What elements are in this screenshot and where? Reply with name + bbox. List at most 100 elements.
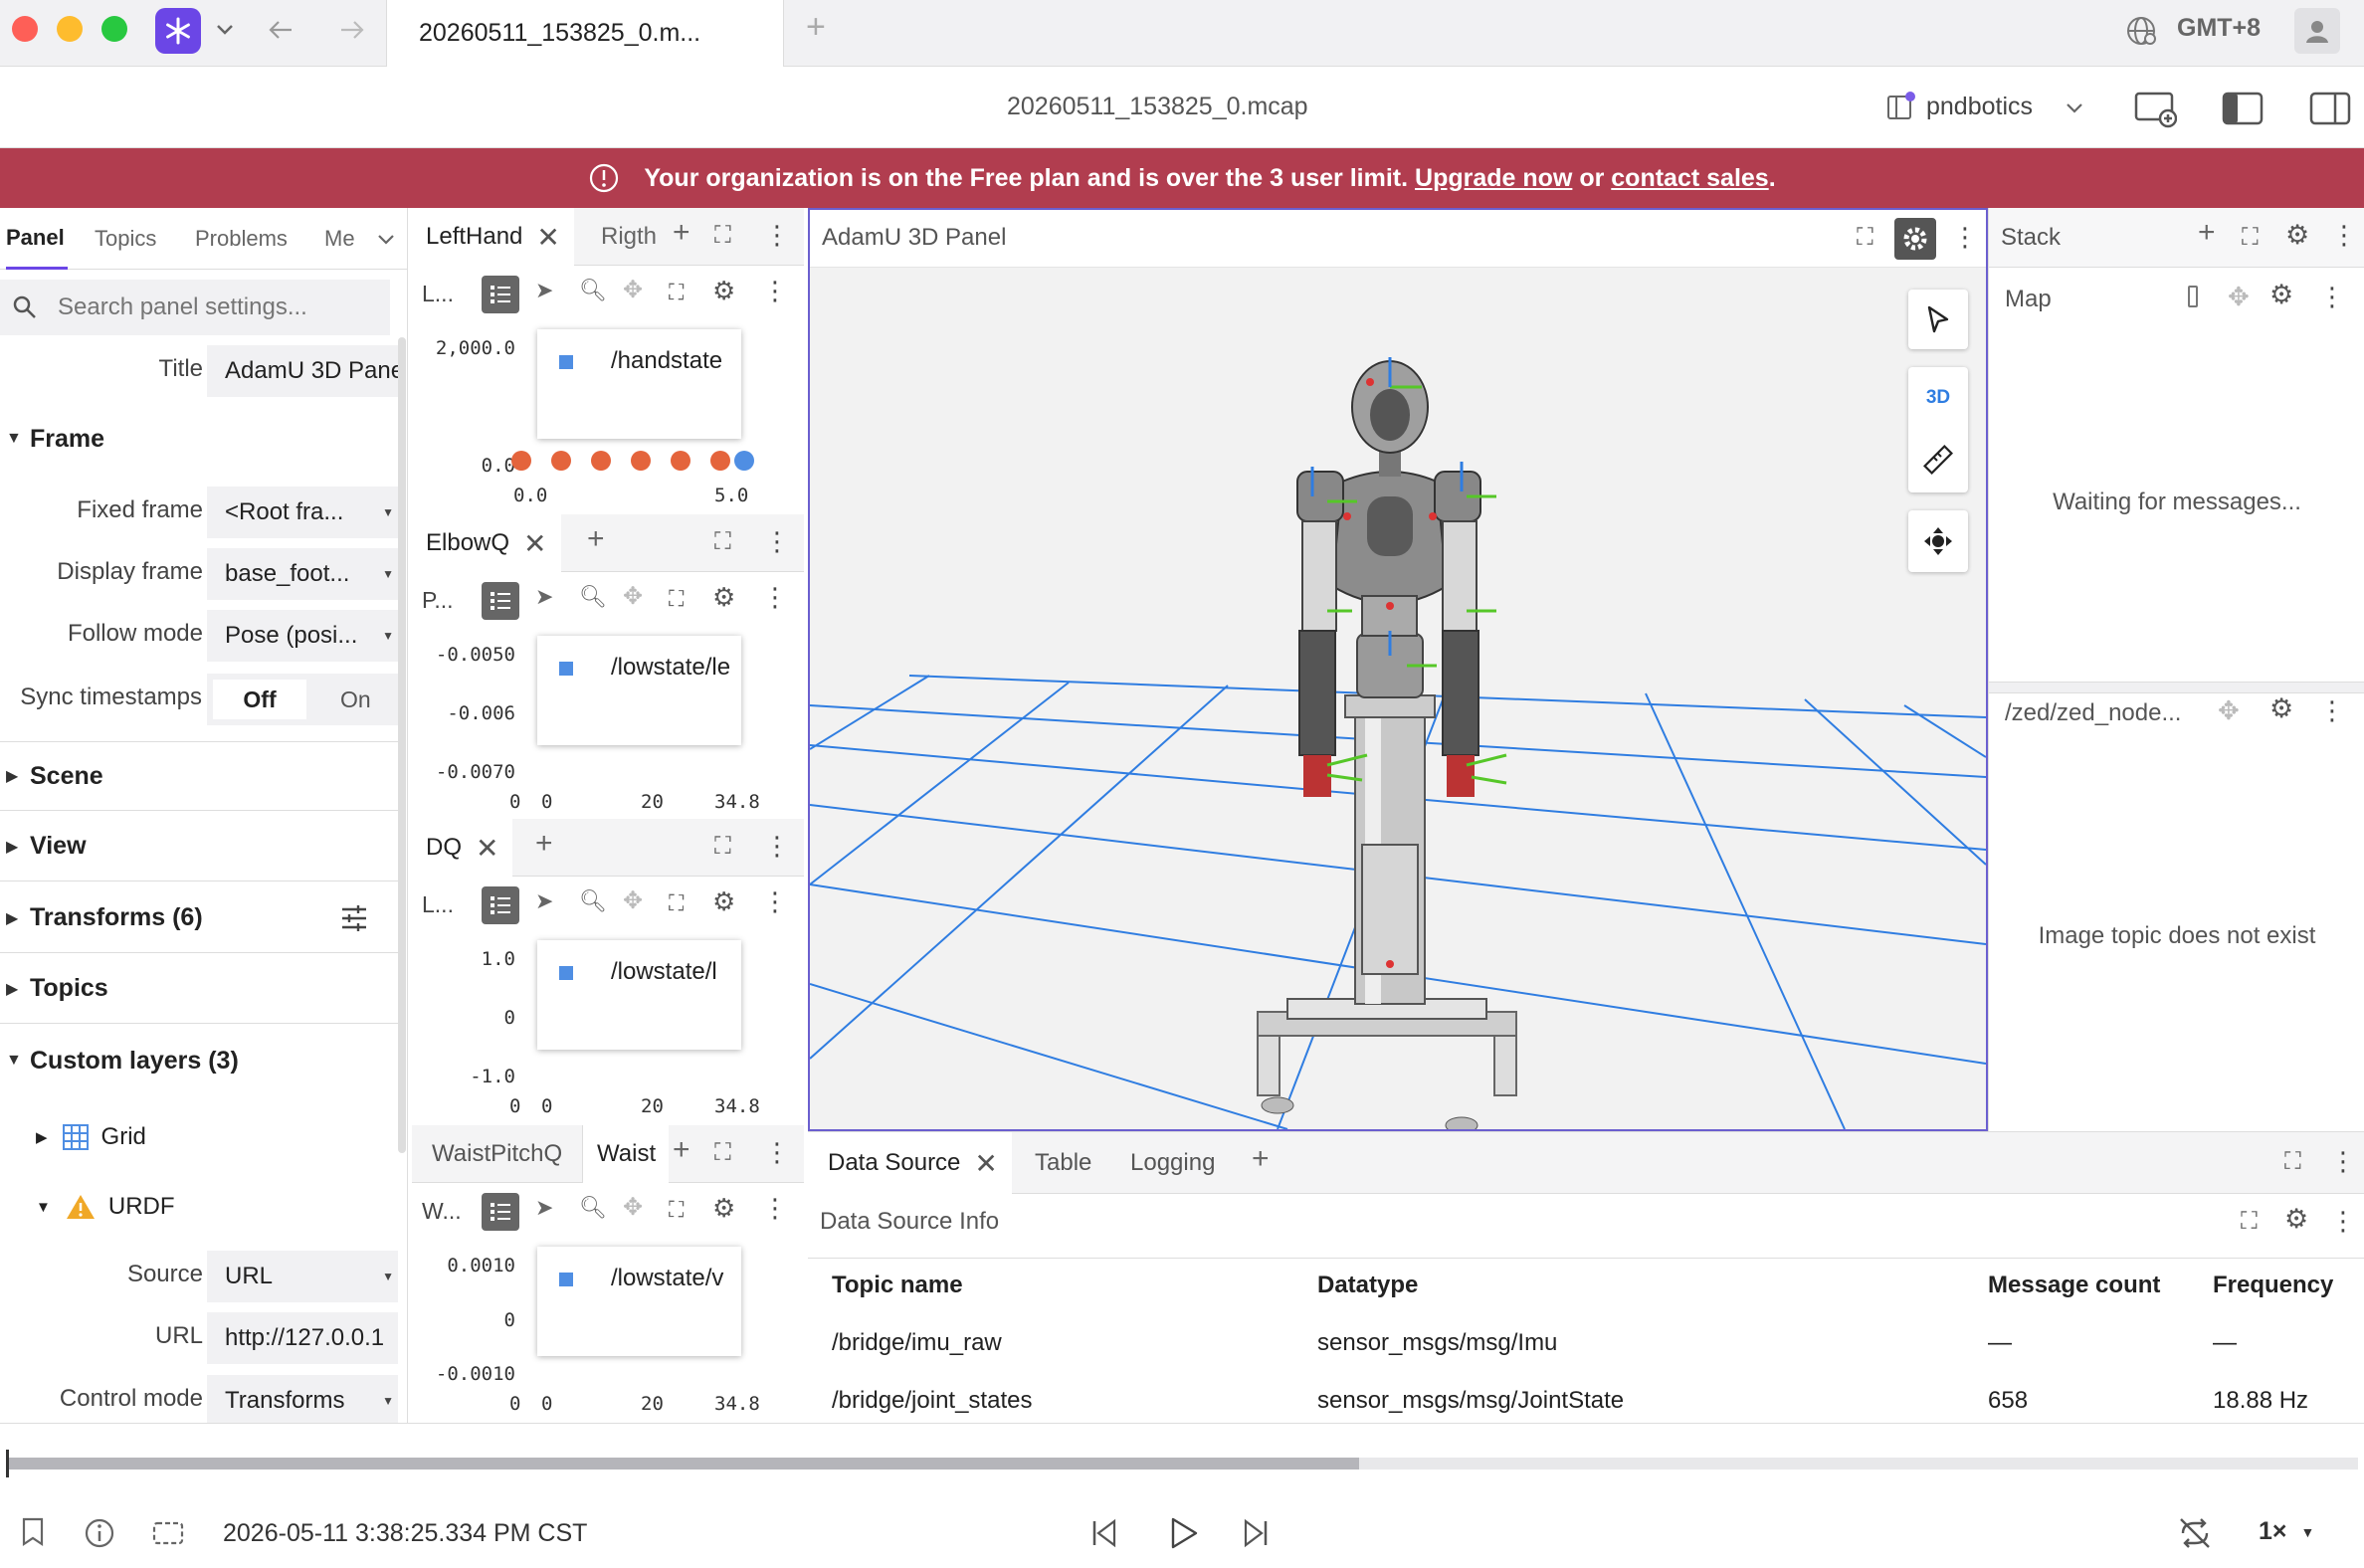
add-tab-button[interactable]: + <box>1252 1142 1270 1176</box>
add-tab-button[interactable]: + <box>673 216 690 250</box>
scrollbar[interactable] <box>398 337 406 1153</box>
source-select[interactable]: URL ▼ <box>207 1251 398 1302</box>
chevron-down-icon[interactable] <box>213 18 237 42</box>
zoom-icon[interactable]: 🔍︎ <box>579 278 607 303</box>
more-icon[interactable]: ⋮ <box>762 582 788 613</box>
more-icon[interactable]: ⋮ <box>762 1193 788 1224</box>
new-tab-button[interactable]: + <box>806 8 826 47</box>
close-icon[interactable]: ✕ <box>523 527 546 560</box>
more-icon[interactable]: ⋮ <box>762 886 788 917</box>
timeline-scrubber[interactable] <box>6 1450 9 1477</box>
more-icon[interactable]: ⋮ <box>2319 695 2345 726</box>
plot-legend[interactable]: /lowstate/l <box>537 940 741 1050</box>
tab-logging[interactable]: Logging <box>1130 1132 1215 1194</box>
table-row[interactable]: /bridge/imu_raw sensor_msgs/msg/Imu — — <box>808 1313 2364 1371</box>
title-field[interactable]: AdamU 3D Panel <box>207 345 406 397</box>
close-icon[interactable]: ✕ <box>536 221 559 254</box>
sync-off-option[interactable]: Off <box>213 680 306 719</box>
3d-panel[interactable]: AdamU 3D Panel ⛶ ⋮ 3D <box>808 208 1988 1131</box>
table-row[interactable]: /bridge/joint_states sensor_msgs/msg/Joi… <box>808 1371 2364 1424</box>
minimize-window-button[interactable] <box>57 16 83 42</box>
select-arrow-icon[interactable]: ➤ <box>535 888 553 914</box>
org-icon[interactable] <box>1882 89 1918 124</box>
sidebar-right-icon[interactable] <box>2306 87 2354 130</box>
tab-elbowq[interactable]: ElbowQ ✕ <box>412 514 561 572</box>
plot-legend[interactable]: /lowstate/le <box>537 636 741 745</box>
info-icon[interactable] <box>82 1515 117 1551</box>
tab-dq[interactable]: DQ ✕ <box>412 819 513 877</box>
tab-metadata[interactable]: Me <box>324 208 355 270</box>
gear-icon[interactable]: ⚙ <box>2285 220 2309 251</box>
section-scene[interactable]: ▶ Scene <box>0 741 398 811</box>
legend-toggle-icon[interactable] <box>482 886 519 924</box>
url-field[interactable]: http://127.0.0.1 <box>207 1312 398 1364</box>
speed-select[interactable]: 1× ▼ <box>2259 1517 2314 1546</box>
app-logo-icon[interactable] <box>155 8 201 54</box>
active-file-tab[interactable]: 20260511_153825_0.m... <box>386 0 784 67</box>
fullscreen-icon[interactable]: ⛶ <box>2284 1148 2301 1176</box>
chevron-down-icon[interactable] <box>374 228 398 252</box>
gear-icon[interactable]: ⚙ <box>712 1193 735 1224</box>
search-input[interactable] <box>58 294 376 321</box>
section-custom-layers[interactable]: ▼ Custom layers (3) <box>0 1026 398 1095</box>
tab-data-source[interactable]: Data Source ✕ <box>808 1132 1012 1194</box>
sync-on-option[interactable]: On <box>340 680 371 719</box>
sliders-icon[interactable] <box>340 905 368 931</box>
more-icon[interactable]: ⋮ <box>2319 282 2345 312</box>
fullscreen-icon[interactable]: ⛶ <box>669 1197 684 1223</box>
skip-back-icon[interactable] <box>1086 1515 1122 1551</box>
more-icon[interactable]: ⋮ <box>764 526 790 557</box>
more-icon[interactable]: ⋮ <box>1952 222 1978 253</box>
sync-toggle[interactable]: Off On <box>207 674 398 725</box>
fullscreen-icon[interactable]: ⛶ <box>714 1139 731 1167</box>
gear-icon[interactable]: ⚙ <box>712 886 735 917</box>
tab-problems[interactable]: Problems <box>195 208 288 270</box>
layer-urdf[interactable]: ▼ URDF <box>36 1185 175 1229</box>
fullscreen-icon[interactable]: ⛶ <box>714 833 731 861</box>
more-icon[interactable]: ⋮ <box>2330 1206 2356 1237</box>
current-time[interactable]: 2026-05-11 3:38:25.334 PM CST <box>223 1519 587 1548</box>
upgrade-link[interactable]: Upgrade now <box>1415 164 1572 193</box>
section-view[interactable]: ▶ View <box>0 812 398 882</box>
move-icon[interactable]: ✥ <box>2218 695 2240 726</box>
more-icon[interactable]: ⋮ <box>2330 1146 2356 1177</box>
layer-grid[interactable]: ▶ Grid <box>36 1115 146 1159</box>
display-frame-select[interactable]: base_foot... ▼ <box>207 548 398 600</box>
select-arrow-icon[interactable]: ➤ <box>535 278 553 303</box>
user-icon[interactable] <box>2294 8 2340 54</box>
tab-topics[interactable]: Topics <box>95 208 156 270</box>
gear-icon[interactable]: ⚙ <box>712 276 735 306</box>
fullscreen-icon[interactable]: ⛶ <box>2241 1208 2258 1236</box>
sidebar-left-icon[interactable] <box>2219 87 2266 130</box>
3d-mode-toggle[interactable]: 3D <box>1908 367 1968 429</box>
tab-lefthand[interactable]: LeftHand ✕ <box>412 208 574 266</box>
time-format-icon[interactable] <box>149 1515 187 1551</box>
fullscreen-icon[interactable]: ⛶ <box>1857 224 1873 252</box>
plot-legend[interactable]: /handstate <box>537 329 741 439</box>
add-tab-button[interactable]: + <box>673 1133 690 1167</box>
follow-mode-select[interactable]: Pose (posi... ▼ <box>207 610 398 662</box>
fullscreen-icon[interactable]: ⛶ <box>714 528 731 556</box>
move-icon[interactable]: ✥ <box>623 582 643 611</box>
move-icon[interactable]: ✥ <box>623 886 643 915</box>
chevron-down-icon[interactable] <box>2062 97 2087 120</box>
gear-icon[interactable]: ⚙ <box>2269 280 2293 310</box>
control-mode-select[interactable]: Transforms ▼ <box>207 1375 398 1423</box>
legend-toggle-icon[interactable] <box>482 582 519 620</box>
tab-waist[interactable]: Waist <box>583 1125 669 1183</box>
more-icon[interactable]: ⋮ <box>764 220 790 251</box>
3d-scene[interactable] <box>810 268 1986 1129</box>
tab-table[interactable]: Table <box>1035 1132 1091 1194</box>
legend-toggle-icon[interactable] <box>482 276 519 313</box>
gear-icon[interactable]: ⚙ <box>2284 1204 2308 1235</box>
fullscreen-icon[interactable]: ⛶ <box>669 890 684 916</box>
fullscreen-icon[interactable]: ⛶ <box>669 280 684 305</box>
zoom-icon[interactable]: 🔍︎ <box>579 888 607 914</box>
zoom-icon[interactable]: 🔍︎ <box>579 1195 607 1221</box>
tab-rigth[interactable]: Rigth <box>601 208 657 266</box>
fixed-frame-select[interactable]: <Root fra... ▼ <box>207 487 398 538</box>
gear-icon[interactable]: ⚙ <box>2269 693 2293 724</box>
more-icon[interactable]: ⋮ <box>764 831 790 862</box>
fullscreen-icon[interactable]: ⛶ <box>714 222 731 250</box>
zoom-icon[interactable]: 🔍︎ <box>579 584 607 610</box>
